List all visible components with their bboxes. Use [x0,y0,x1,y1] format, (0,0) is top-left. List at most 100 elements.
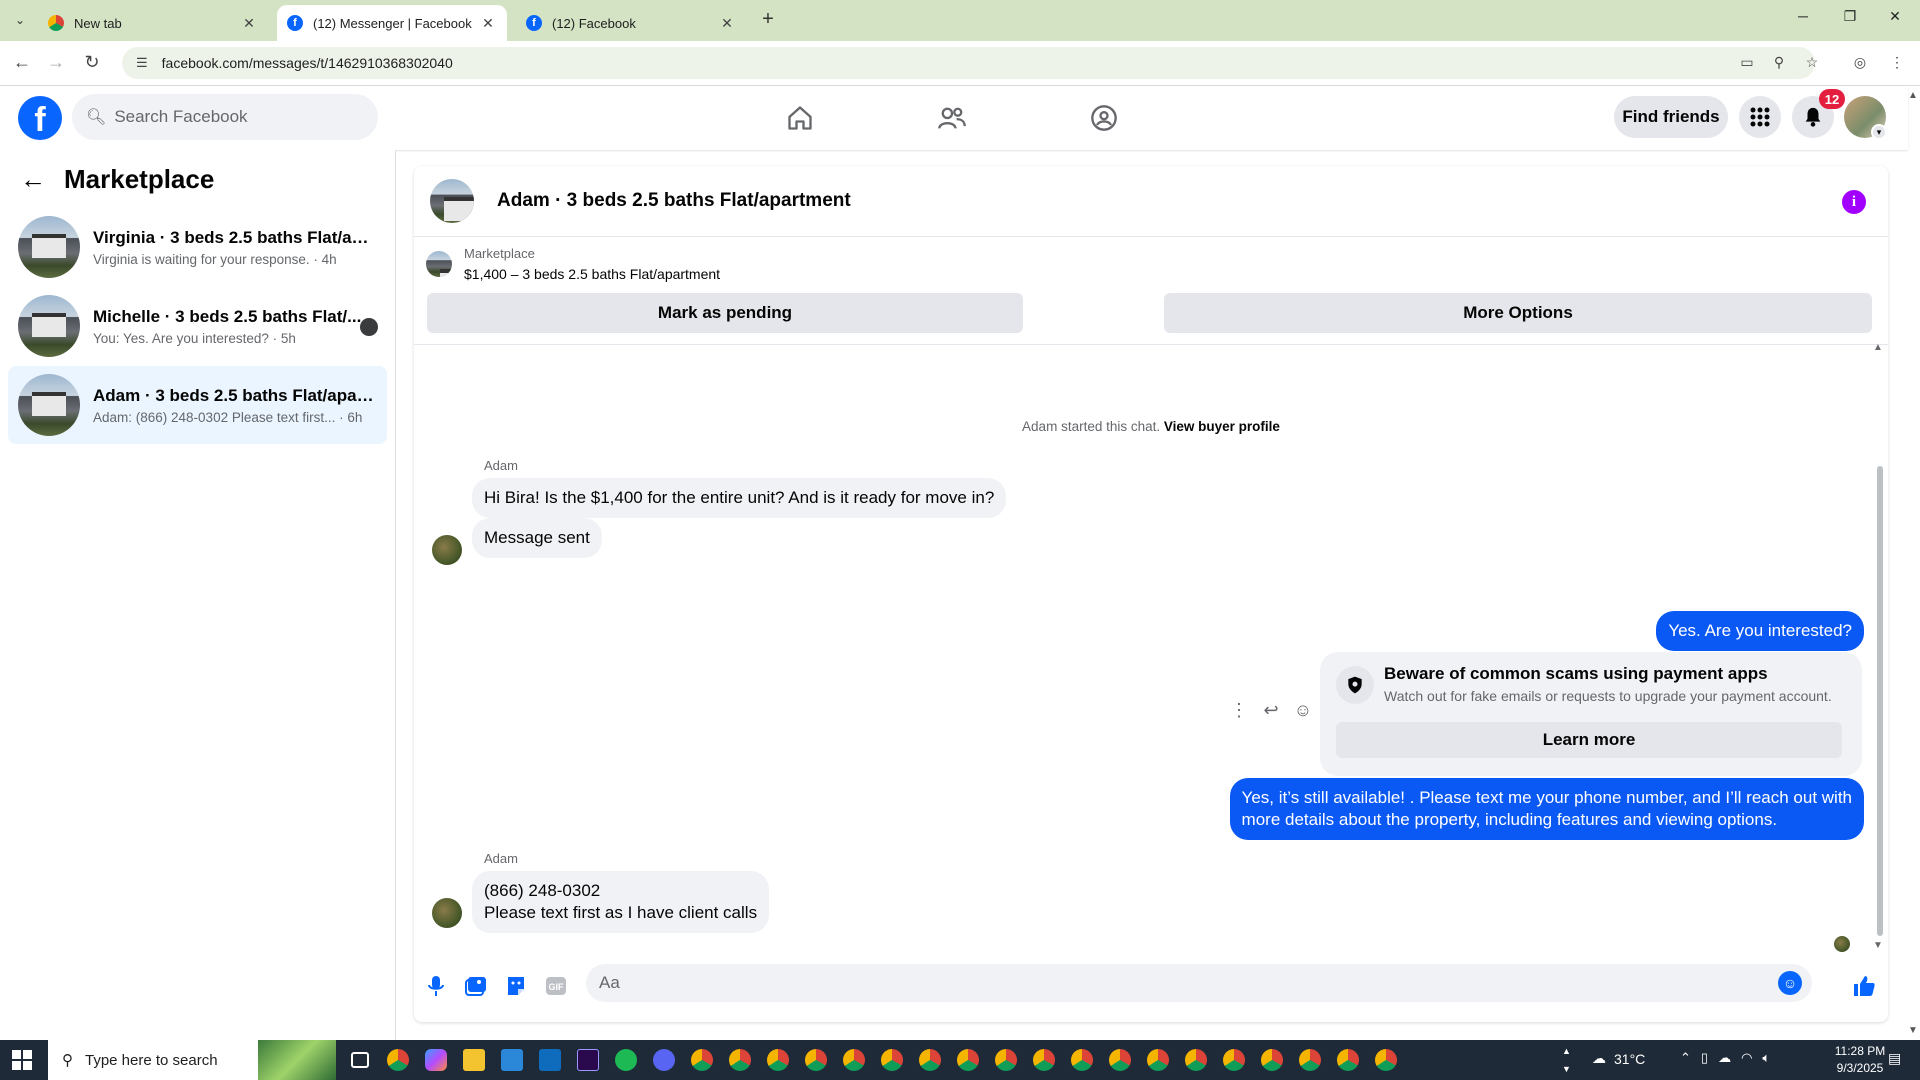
chrome-app-icon[interactable] [914,1044,946,1076]
chrome-app-icon[interactable] [876,1044,908,1076]
chevron-down-icon[interactable]: ▾ [1871,124,1887,140]
chat-title[interactable]: Adam · 3 beds 2.5 baths Flat/apartment [497,190,851,212]
onedrive-icon[interactable]: ☁ [1718,1050,1731,1066]
incoming-message[interactable]: (866) 248-0302 Please text first as I ha… [472,871,770,933]
chrome-app-icon[interactable] [1370,1044,1402,1076]
chrome-app-icon[interactable] [1332,1044,1364,1076]
tab-close-icon[interactable]: ✕ [479,15,497,32]
chrome-app-icon[interactable] [762,1044,794,1076]
browser-menu-icon[interactable]: ⋮ [1886,54,1908,71]
info-icon[interactable]: i [1842,190,1866,214]
tab-messenger[interactable]: f (12) Messenger | Facebook ✕ [277,5,507,41]
restore-icon[interactable]: ❐ [1835,8,1865,25]
chrome-app-icon[interactable] [952,1044,984,1076]
chrome-app-icon[interactable] [1218,1044,1250,1076]
show-hidden-icons-chevron-icon[interactable]: ⌃ [1680,1050,1691,1066]
install-app-icon[interactable]: ▭ [1736,54,1758,71]
mark-as-pending-button[interactable]: Mark as pending [427,293,1023,333]
scroll-up-arrow-icon[interactable]: ▲ [1873,342,1883,353]
conversation-item-virginia[interactable]: Virginia · 3 beds 2.5 baths Flat/apa... … [8,208,387,286]
reload-icon[interactable]: ↻ [80,52,104,73]
tab-close-icon[interactable]: ✕ [240,15,258,32]
incoming-message[interactable]: Message sent [472,518,602,558]
sender-avatar[interactable] [432,535,462,565]
outlook-icon[interactable] [534,1044,566,1076]
facebook-logo[interactable]: f [18,96,62,140]
incoming-message[interactable]: Hi Bira! Is the $1,400 for the entire un… [472,478,1007,518]
tab-new-tab[interactable]: New tab ✕ [38,5,268,41]
back-arrow-icon[interactable]: ← [10,52,34,73]
listing-summary[interactable]: Marketplace $1,400 – 3 beds 2.5 baths Fl… [426,246,720,282]
friends-icon[interactable] [934,100,970,136]
view-buyer-profile-link[interactable]: View buyer profile [1164,419,1280,434]
chrome-app-icon[interactable] [838,1044,870,1076]
taskbar-search-input[interactable]: ⚲ Type here to search [48,1040,336,1080]
more-vertical-icon[interactable]: ⋮ [1229,700,1249,721]
bookmark-star-icon[interactable]: ☆ [1801,54,1823,71]
minimize-icon[interactable]: ─ [1788,8,1818,24]
conversation-item-adam[interactable]: Adam · 3 beds 2.5 baths Flat/apart... Ad… [8,366,387,444]
menu-grid-icon[interactable] [1739,96,1781,138]
microphone-icon[interactable] [424,974,448,998]
chrome-app-icon[interactable] [382,1044,414,1076]
chrome-app-icon[interactable] [800,1044,832,1076]
chrome-app-icon[interactable] [1180,1044,1212,1076]
chrome-app-icon[interactable] [990,1044,1022,1076]
discord-icon[interactable] [648,1044,680,1076]
outgoing-message[interactable]: Yes, it’s still available! . Please text… [1229,778,1864,840]
chrome-app-icon[interactable] [1066,1044,1098,1076]
tab-facebook[interactable]: f (12) Facebook ✕ [516,5,746,41]
chrome-app-icon[interactable] [1104,1044,1136,1076]
copilot-icon[interactable] [420,1044,452,1076]
zoom-icon[interactable]: ⚲ [1768,54,1790,71]
react-emoji-icon[interactable]: ☺ [1293,700,1313,721]
more-options-button[interactable]: More Options [1164,293,1872,333]
learn-more-button[interactable]: Learn more [1336,722,1842,758]
page-scroll-up-icon[interactable]: ▲ [1908,90,1918,101]
chrome-app-icon[interactable] [724,1044,756,1076]
taskbar-overflow-arrows-icon[interactable]: ▲ ▼ [1562,1042,1571,1078]
notification-center-icon[interactable]: ▤ [1888,1050,1908,1070]
premiere-icon[interactable] [572,1044,604,1076]
device-icon[interactable]: ▯ [1701,1050,1708,1066]
volume-icon[interactable]: 🔈︎ [1762,1050,1770,1066]
page-scroll-down-icon[interactable]: ▼ [1908,1025,1918,1036]
task-view-icon[interactable] [344,1044,376,1076]
profile-icon[interactable]: ◎ [1849,54,1871,71]
spotify-icon[interactable] [610,1044,642,1076]
file-explorer-icon[interactable] [458,1044,490,1076]
address-bar[interactable]: ☰ facebook.com/messages/t/14629103683020… [122,47,1815,79]
site-settings-icon[interactable]: ☰ [136,55,148,71]
reply-icon[interactable]: ↩ [1261,700,1281,721]
taskbar-clock[interactable]: 11:28 PM 9/3/2025 [1830,1043,1890,1077]
new-tab-plus-icon[interactable]: + [756,8,780,31]
conversation-item-michelle[interactable]: Michelle · 3 beds 2.5 baths Flat/... You… [8,287,387,365]
like-thumbs-up-icon[interactable] [1852,974,1876,998]
scroll-down-arrow-icon[interactable]: ▼ [1873,940,1883,951]
chrome-app-icon[interactable] [1142,1044,1174,1076]
chrome-app-icon[interactable] [1256,1044,1288,1076]
photo-icon[interactable] [464,974,488,998]
forward-arrow-icon[interactable]: → [44,52,68,73]
sticker-icon[interactable] [504,974,528,998]
home-icon[interactable] [782,100,818,136]
message-input[interactable]: Aa ☺ [586,964,1812,1002]
chrome-app-icon[interactable] [1028,1044,1060,1076]
sender-avatar[interactable] [432,898,462,928]
window-close-icon[interactable]: ✕ [1880,8,1910,25]
chat-scrollbar[interactable] [1877,466,1883,936]
weather-widget[interactable]: ☁ 31°C [1592,1050,1645,1067]
gif-icon[interactable]: GIF [544,974,568,998]
tab-close-icon[interactable]: ✕ [718,15,736,32]
store-icon[interactable] [496,1044,528,1076]
chrome-app-icon[interactable] [686,1044,718,1076]
emoji-icon[interactable]: ☺ [1778,971,1802,995]
windows-start-icon[interactable] [12,1050,32,1070]
facebook-search-input[interactable]: 🔍︎ Search Facebook [72,94,378,140]
tab-search-chevron-icon[interactable]: ⌄ [8,8,32,32]
chrome-app-icon[interactable] [1294,1044,1326,1076]
listing-thumbnail[interactable] [430,179,474,223]
find-friends-button[interactable]: Find friends [1614,96,1728,138]
wifi-icon[interactable]: ◠ [1741,1050,1752,1066]
back-arrow-icon[interactable]: ← [20,164,46,195]
